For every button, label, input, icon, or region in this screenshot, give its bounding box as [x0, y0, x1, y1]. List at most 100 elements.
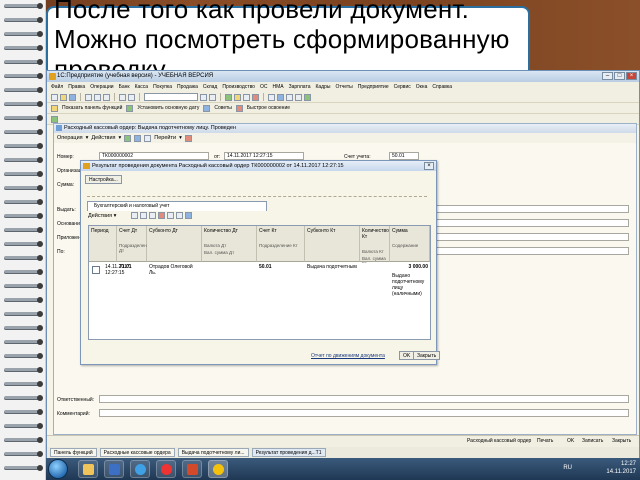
- column-header[interactable]: Период: [89, 226, 117, 262]
- help-doc-icon[interactable]: [184, 134, 192, 142]
- ie-taskbar-icon[interactable]: [130, 460, 150, 478]
- preview-icon[interactable]: [277, 93, 284, 101]
- menu-item[interactable]: Правка: [68, 82, 85, 92]
- delete-row-icon[interactable]: [158, 212, 165, 219]
- sort-icon[interactable]: [185, 212, 192, 219]
- edit-row-icon[interactable]: [149, 212, 156, 219]
- menu-item[interactable]: Производство: [222, 82, 255, 92]
- print-icon[interactable]: [268, 93, 275, 101]
- account-field[interactable]: 50.01: [389, 152, 419, 160]
- report-icon[interactable]: [286, 93, 293, 101]
- menu-item[interactable]: Продажа: [177, 82, 198, 92]
- add-row-icon[interactable]: [131, 212, 138, 219]
- cashbook-icon[interactable]: [51, 115, 58, 123]
- language-indicator[interactable]: RU: [563, 464, 572, 472]
- close-doc-button[interactable]: Закрыть: [612, 436, 631, 447]
- toolbar2-icon[interactable]: [51, 104, 58, 112]
- window-tab[interactable]: Расходные кассовые ордера: [99, 448, 175, 457]
- explorer-taskbar-icon[interactable]: [78, 460, 98, 478]
- paste-icon[interactable]: [103, 93, 110, 101]
- menu-item[interactable]: Файл: [51, 82, 63, 92]
- redo-icon[interactable]: [128, 93, 135, 101]
- dialog-close-icon[interactable]: ×: [424, 162, 434, 170]
- toolbar2-icon[interactable]: [126, 104, 134, 112]
- save-doc-button[interactable]: Записать: [582, 436, 603, 447]
- window-tab[interactable]: Панель функций: [50, 448, 97, 457]
- menu-item[interactable]: Сервис: [394, 82, 411, 92]
- calculator-icon[interactable]: [225, 93, 232, 101]
- copy-icon[interactable]: [94, 93, 101, 101]
- toolbar2-label[interactable]: Показать панель функций: [60, 105, 124, 111]
- responsible-field[interactable]: [99, 395, 629, 403]
- settings-button[interactable]: Настройка...: [85, 175, 122, 184]
- menu-item[interactable]: Справка: [432, 82, 452, 92]
- help-icon[interactable]: [252, 93, 259, 101]
- toolbar2-icon[interactable]: [203, 104, 211, 112]
- new-icon[interactable]: [51, 93, 58, 101]
- move-down-icon[interactable]: [176, 212, 183, 219]
- search-combo[interactable]: [144, 93, 198, 101]
- menu-item[interactable]: Склад: [203, 82, 217, 92]
- start-button[interactable]: [48, 459, 68, 479]
- post-icon[interactable]: [124, 134, 132, 142]
- save-icon[interactable]: [69, 93, 76, 101]
- find-icon[interactable]: [200, 93, 207, 101]
- operation-menu[interactable]: Операция: [57, 135, 83, 141]
- print-button[interactable]: Печать: [537, 436, 553, 447]
- window-tab[interactable]: Результат проведения д...Т1: [251, 448, 326, 457]
- window-tab[interactable]: Выдача подотчетному ли...: [177, 448, 249, 457]
- toolbar2-label[interactable]: Быстрое освоение: [245, 105, 292, 111]
- open-icon[interactable]: [60, 93, 67, 101]
- column-header[interactable]: Счет Дт Подразделение Дт: [117, 226, 152, 262]
- column-header[interactable]: Счет Кт Подразделение Кт: [257, 226, 305, 262]
- menu-item[interactable]: ОС: [260, 82, 268, 92]
- yandex-taskbar-icon[interactable]: [156, 460, 176, 478]
- dialog-close-button[interactable]: Закрыть: [413, 351, 441, 360]
- clock-time[interactable]: 12:27: [606, 460, 636, 468]
- column-header[interactable]: Субконто Кт: [305, 226, 360, 262]
- journal-icon[interactable]: [295, 93, 302, 101]
- refresh-icon[interactable]: [304, 93, 311, 101]
- move-up-icon[interactable]: [167, 212, 174, 219]
- goto-menu[interactable]: Перейти: [154, 135, 176, 141]
- copy-doc-icon[interactable]: [144, 134, 152, 142]
- copy-row-icon[interactable]: [140, 212, 147, 219]
- tab-accounting[interactable]: Бухгалтерский и налоговый учет: [87, 201, 267, 211]
- column-header[interactable]: Сумма Содержание: [390, 226, 430, 262]
- clock-date[interactable]: 14.11.2017: [606, 468, 636, 476]
- clipboard-icon[interactable]: [243, 93, 250, 101]
- toolbar2-icon[interactable]: [235, 104, 243, 112]
- menu-item[interactable]: Касса: [135, 82, 148, 92]
- calendar-icon[interactable]: [234, 93, 241, 101]
- ok-doc-button[interactable]: OK: [567, 436, 574, 447]
- menu-item[interactable]: Предприятие: [358, 82, 389, 92]
- column-header[interactable]: Количество КтВалюта КтВал. сумма Кт: [360, 226, 390, 266]
- column-header[interactable]: Количество Дт Валюта Дт Вал. сумма Дт: [202, 226, 257, 262]
- toolbar2-label[interactable]: Советы: [212, 105, 234, 111]
- dialog-ok-button[interactable]: OK: [399, 351, 415, 360]
- menu-item[interactable]: Банк: [119, 82, 130, 92]
- movements-report-link[interactable]: Отчет по движениям документа: [311, 353, 385, 359]
- menu-item[interactable]: Кадры: [315, 82, 330, 92]
- save-doc-icon[interactable]: [134, 134, 142, 142]
- maximize-button[interactable]: □: [614, 72, 625, 80]
- onec-taskbar-icon[interactable]: [208, 460, 228, 478]
- toolbar2-label[interactable]: Установить основную дату: [135, 105, 201, 111]
- column-header[interactable]: Субконто Дт: [147, 226, 202, 262]
- minimize-button[interactable]: –: [602, 72, 613, 80]
- menu-item[interactable]: Отчеты: [335, 82, 352, 92]
- actions-dialog-menu[interactable]: Действия ▾: [88, 213, 116, 219]
- number-field[interactable]: ТК000000002: [99, 152, 209, 160]
- menu-item[interactable]: Окна: [416, 82, 428, 92]
- date-field[interactable]: 14.11.2017 12:27:15: [224, 152, 304, 160]
- media-taskbar-icon[interactable]: [182, 460, 202, 478]
- menu-item[interactable]: Операции: [90, 82, 113, 92]
- menu-item[interactable]: НМА: [272, 82, 283, 92]
- actions-menu[interactable]: Действия: [91, 135, 115, 141]
- word-taskbar-icon[interactable]: [104, 460, 124, 478]
- cut-icon[interactable]: [85, 93, 92, 101]
- menu-item[interactable]: Зарплата: [289, 82, 311, 92]
- find-next-icon[interactable]: [209, 93, 216, 101]
- comment-field[interactable]: [99, 409, 629, 417]
- close-button[interactable]: ×: [626, 72, 637, 80]
